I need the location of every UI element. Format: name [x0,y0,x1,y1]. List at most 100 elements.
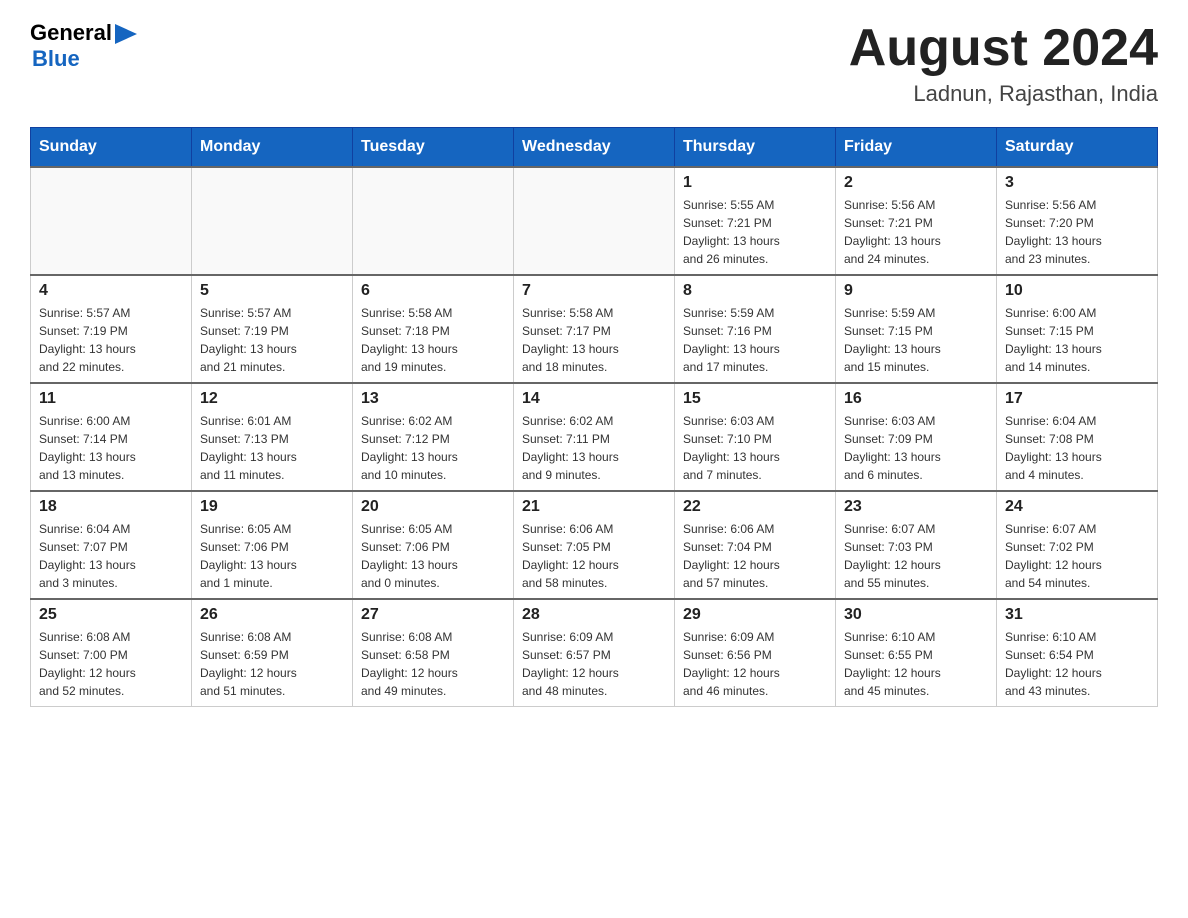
day-number: 12 [200,390,344,408]
day-number: 16 [844,390,988,408]
day-header-wednesday: Wednesday [514,128,675,168]
calendar-table: SundayMondayTuesdayWednesdayThursdayFrid… [30,127,1158,707]
calendar-cell: 20 Sunrise: 6:05 AM Sunset: 7:06 PM Dayli… [353,491,514,599]
day-number: 10 [1005,282,1149,300]
calendar-cell [514,167,675,275]
calendar-cell: 7Sunrise: 5:58 AM Sunset: 7:17 PM Daylig… [514,275,675,383]
week-row-3: 11 Sunrise: 6:00 AM Sunset: 7:14 PM Dayli… [31,383,1158,491]
day-number: 15 [683,390,827,408]
day-info: Sunrise: 5:56 AM Sunset: 7:20 PM Dayligh… [1005,196,1149,268]
day-info: Sunrise: 5:57 AM Sunset: 7:19 PM Dayligh… [39,304,183,376]
day-number: 20 [361,498,505,516]
calendar-cell: 19Sunrise: 6:05 AM Sunset: 7:06 PM Dayli… [192,491,353,599]
calendar-cell: 2Sunrise: 5:56 AM Sunset: 7:21 PM Daylig… [836,167,997,275]
day-info: Sunrise: 6:04 AM Sunset: 7:07 PM Dayligh… [39,520,183,592]
day-info: Sunrise: 6:06 AM Sunset: 7:05 PM Dayligh… [522,520,666,592]
day-header-thursday: Thursday [675,128,836,168]
calendar-cell: 11 Sunrise: 6:00 AM Sunset: 7:14 PM Dayli… [31,383,192,491]
day-info: Sunrise: 6:01 AM Sunset: 7:13 PM Dayligh… [200,412,344,484]
day-info: Sunrise: 6:05 AM Sunset: 7:06 PM Dayligh… [361,520,505,592]
day-number: 18 [39,498,183,516]
day-info: Sunrise: 5:57 AM Sunset: 7:19 PM Dayligh… [200,304,344,376]
week-row-2: 4 Sunrise: 5:57 AM Sunset: 7:19 PM Daylig… [31,275,1158,383]
calendar-cell: 8Sunrise: 5:59 AM Sunset: 7:16 PM Daylig… [675,275,836,383]
day-info: Sunrise: 6:05 AM Sunset: 7:06 PM Dayligh… [200,520,344,592]
day-number: 28 [522,606,666,624]
location-title: Ladnun, Rajasthan, India [849,81,1158,107]
day-info: Sunrise: 6:02 AM Sunset: 7:12 PM Dayligh… [361,412,505,484]
calendar-cell: 31 Sunrise: 6:10 AM Sunset: 6:54 PM Dayli… [997,599,1158,707]
title-block: August 2024 Ladnun, Rajasthan, India [849,20,1158,107]
day-number: 11 [39,390,183,408]
calendar-cell: 23 Sunrise: 6:07 AM Sunset: 7:03 PM Dayli… [836,491,997,599]
calendar-cell: 17 Sunrise: 6:04 AM Sunset: 7:08 PM Dayli… [997,383,1158,491]
day-info: Sunrise: 6:00 AM Sunset: 7:14 PM Dayligh… [39,412,183,484]
logo-arrow-icon [115,24,137,44]
week-row-4: 18 Sunrise: 6:04 AM Sunset: 7:07 PM Dayli… [31,491,1158,599]
day-number: 17 [1005,390,1149,408]
logo-blue-text: Blue [32,46,80,72]
day-info: Sunrise: 6:07 AM Sunset: 7:03 PM Dayligh… [844,520,988,592]
calendar-cell: 28 Sunrise: 6:09 AM Sunset: 6:57 PM Dayli… [514,599,675,707]
calendar-cell: 29 Sunrise: 6:09 AM Sunset: 6:56 PM Dayli… [675,599,836,707]
week-row-5: 25 Sunrise: 6:08 AM Sunset: 7:00 PM Dayli… [31,599,1158,707]
day-info: Sunrise: 6:10 AM Sunset: 6:54 PM Dayligh… [1005,628,1149,700]
day-info: Sunrise: 6:09 AM Sunset: 6:57 PM Dayligh… [522,628,666,700]
day-number: 27 [361,606,505,624]
day-info: Sunrise: 6:04 AM Sunset: 7:08 PM Dayligh… [1005,412,1149,484]
calendar-cell: 1 Sunrise: 5:55 AM Sunset: 7:21 PM Daylig… [675,167,836,275]
day-info: Sunrise: 6:03 AM Sunset: 7:10 PM Dayligh… [683,412,827,484]
day-info: Sunrise: 5:58 AM Sunset: 7:18 PM Dayligh… [361,304,505,376]
day-info: Sunrise: 6:07 AM Sunset: 7:02 PM Dayligh… [1005,520,1149,592]
calendar-cell: 27 Sunrise: 6:08 AM Sunset: 6:58 PM Dayli… [353,599,514,707]
day-number: 30 [844,606,988,624]
day-number: 31 [1005,606,1149,624]
day-number: 26 [200,606,344,624]
day-info: Sunrise: 6:10 AM Sunset: 6:55 PM Dayligh… [844,628,988,700]
calendar-cell: 21Sunrise: 6:06 AM Sunset: 7:05 PM Dayli… [514,491,675,599]
calendar-cell: 24 Sunrise: 6:07 AM Sunset: 7:02 PM Dayli… [997,491,1158,599]
day-number: 9 [844,282,988,300]
calendar-cell: 26 Sunrise: 6:08 AM Sunset: 6:59 PM Dayli… [192,599,353,707]
calendar-cell: 13Sunrise: 6:02 AM Sunset: 7:12 PM Dayli… [353,383,514,491]
day-number: 7 [522,282,666,300]
logo-general-text: General [30,20,112,46]
calendar-cell: 18 Sunrise: 6:04 AM Sunset: 7:07 PM Dayli… [31,491,192,599]
day-info: Sunrise: 5:59 AM Sunset: 7:15 PM Dayligh… [844,304,988,376]
day-number: 1 [683,174,827,192]
day-number: 5 [200,282,344,300]
day-header-tuesday: Tuesday [353,128,514,168]
day-number: 24 [1005,498,1149,516]
calendar-cell: 6 Sunrise: 5:58 AM Sunset: 7:18 PM Daylig… [353,275,514,383]
logo: General Blue [30,20,137,72]
calendar-header-row: SundayMondayTuesdayWednesdayThursdayFrid… [31,128,1158,168]
calendar-cell: 4 Sunrise: 5:57 AM Sunset: 7:19 PM Daylig… [31,275,192,383]
calendar-cell: 25 Sunrise: 6:08 AM Sunset: 7:00 PM Dayli… [31,599,192,707]
day-header-saturday: Saturday [997,128,1158,168]
day-info: Sunrise: 6:08 AM Sunset: 7:00 PM Dayligh… [39,628,183,700]
day-info: Sunrise: 6:09 AM Sunset: 6:56 PM Dayligh… [683,628,827,700]
day-info: Sunrise: 5:59 AM Sunset: 7:16 PM Dayligh… [683,304,827,376]
calendar-cell: 3 Sunrise: 5:56 AM Sunset: 7:20 PM Daylig… [997,167,1158,275]
day-number: 6 [361,282,505,300]
day-info: Sunrise: 6:02 AM Sunset: 7:11 PM Dayligh… [522,412,666,484]
page-header: General Blue August 2024 Ladnun, Rajasth… [30,20,1158,107]
day-number: 23 [844,498,988,516]
day-info: Sunrise: 6:00 AM Sunset: 7:15 PM Dayligh… [1005,304,1149,376]
calendar-cell: 10 Sunrise: 6:00 AM Sunset: 7:15 PM Dayli… [997,275,1158,383]
calendar-cell: 12 Sunrise: 6:01 AM Sunset: 7:13 PM Dayli… [192,383,353,491]
week-row-1: 1 Sunrise: 5:55 AM Sunset: 7:21 PM Daylig… [31,167,1158,275]
day-info: Sunrise: 6:08 AM Sunset: 6:59 PM Dayligh… [200,628,344,700]
day-number: 4 [39,282,183,300]
day-info: Sunrise: 6:08 AM Sunset: 6:58 PM Dayligh… [361,628,505,700]
day-info: Sunrise: 5:56 AM Sunset: 7:21 PM Dayligh… [844,196,988,268]
calendar-cell: 16 Sunrise: 6:03 AM Sunset: 7:09 PM Dayli… [836,383,997,491]
calendar-cell: 15 Sunrise: 6:03 AM Sunset: 7:10 PM Dayli… [675,383,836,491]
day-info: Sunrise: 5:55 AM Sunset: 7:21 PM Dayligh… [683,196,827,268]
day-number: 3 [1005,174,1149,192]
day-info: Sunrise: 6:03 AM Sunset: 7:09 PM Dayligh… [844,412,988,484]
day-number: 14 [522,390,666,408]
day-number: 29 [683,606,827,624]
calendar-cell [31,167,192,275]
day-number: 25 [39,606,183,624]
